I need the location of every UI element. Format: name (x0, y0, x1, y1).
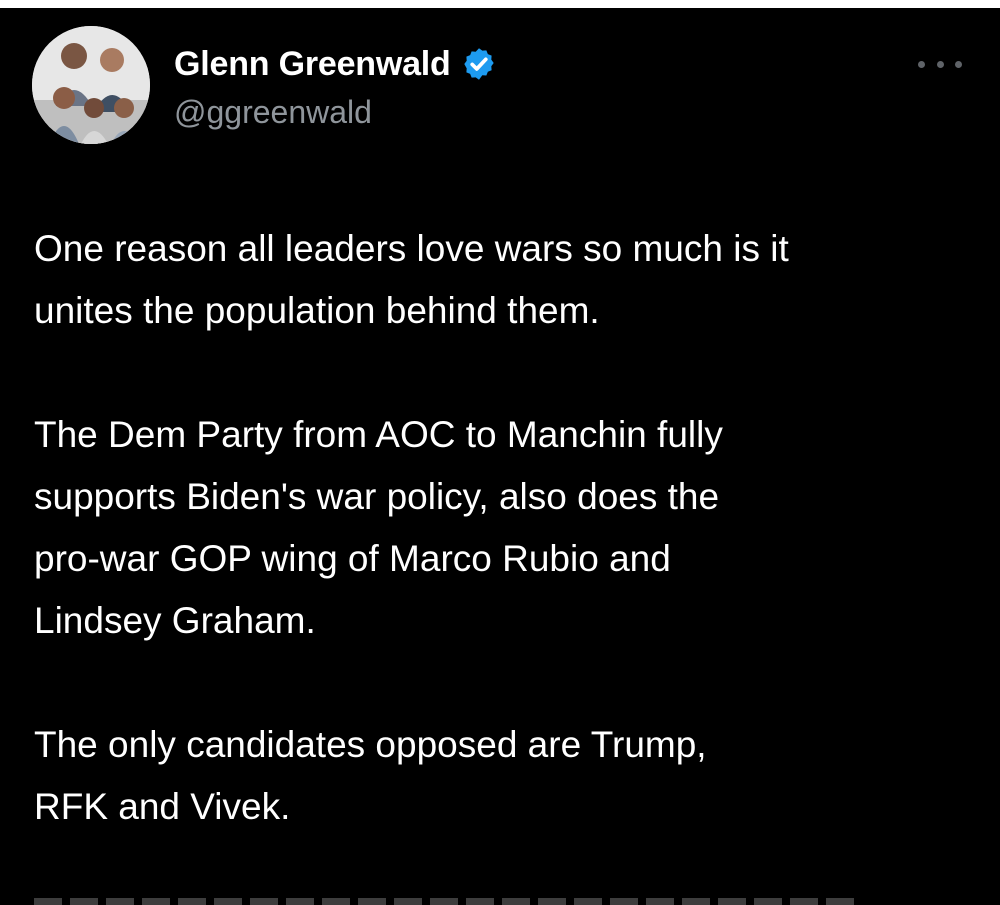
author-handle[interactable]: @ggreenwald (174, 92, 372, 132)
more-horizontal-icon (918, 60, 925, 68)
more-options-button[interactable] (918, 54, 962, 74)
avatar[interactable] (32, 26, 150, 144)
verified-badge-icon (461, 46, 497, 82)
avatar-photo (32, 26, 150, 144)
tweet-paragraph: One reason all leaders love wars so much… (34, 228, 789, 331)
tweet-card: Glenn Greenwald @ggreenwald One reason a… (0, 8, 1000, 905)
author-display-name[interactable]: Glenn Greenwald (174, 42, 451, 86)
tweet-paragraph: The Dem Party from AOC to Manchin fully … (34, 414, 723, 641)
author-name-row: Glenn Greenwald (174, 42, 497, 86)
tweet-text: One reason all leaders love wars so much… (34, 218, 974, 900)
tweet-paragraph: The only candidates opposed are Trump, R… (34, 724, 707, 827)
more-horizontal-icon-dot (936, 60, 944, 68)
cropped-next-line (34, 898, 854, 905)
more-horizontal-icon-dot (955, 60, 962, 68)
